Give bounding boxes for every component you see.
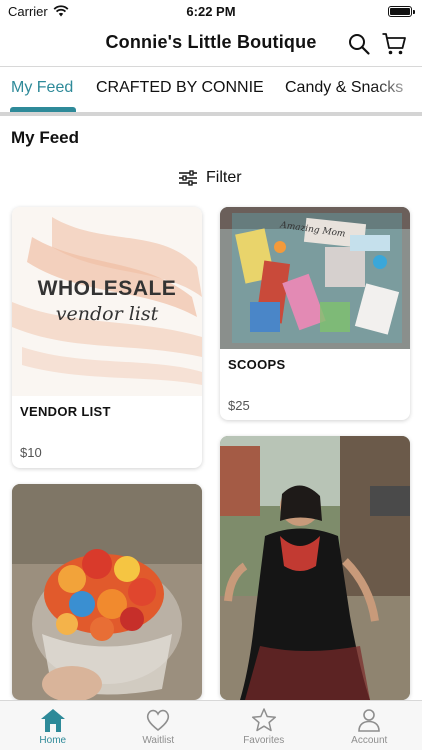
product-card-dress[interactable] xyxy=(220,436,410,700)
product-name: SCOOPS xyxy=(228,357,286,372)
product-image xyxy=(12,484,202,700)
filter-label: Filter xyxy=(206,169,242,186)
image-text-vendor-list: vendor list xyxy=(55,303,159,325)
product-image: WHOLESALE vendor list xyxy=(12,207,202,396)
filter-button[interactable]: Filter xyxy=(178,167,242,189)
search-icon[interactable] xyxy=(345,30,373,58)
category-tabs: My Feed CRAFTED BY CONNIE Candy & Snacks xyxy=(0,66,422,112)
product-image xyxy=(220,436,410,700)
heart-icon xyxy=(147,709,170,732)
product-card-candy[interactable] xyxy=(12,484,202,700)
filter-icon xyxy=(179,170,197,186)
header: Connie's Little Boutique xyxy=(0,22,422,64)
tab-my-feed[interactable]: My Feed xyxy=(11,79,73,97)
section-title: My Feed xyxy=(11,128,80,147)
product-card-scoops[interactable]: Amazing Mom SCOOPS $25 xyxy=(220,207,410,420)
battery-icon xyxy=(388,5,415,17)
status-left: Carrier xyxy=(8,4,69,19)
cart-icon[interactable] xyxy=(380,30,408,58)
home-icon xyxy=(40,709,65,732)
nav-item-account[interactable]: Account xyxy=(317,701,422,750)
bottom-nav: Home Waitlist Favorites Account xyxy=(0,700,422,750)
product-price: $10 xyxy=(20,445,42,460)
tab-crafted-by-connie[interactable]: CRAFTED BY CONNIE xyxy=(96,79,264,97)
product-price: $25 xyxy=(228,398,250,413)
nav-item-favorites[interactable]: Favorites xyxy=(211,701,317,750)
nav-item-home[interactable]: Home xyxy=(0,701,106,750)
nav-label-home: Home xyxy=(39,735,67,746)
carrier-label: Carrier xyxy=(8,3,48,19)
tabs-divider xyxy=(0,112,422,116)
tabs-fade xyxy=(372,67,422,112)
product-card-vendor-list[interactable]: WHOLESALE vendor list VENDOR LIST $10 xyxy=(12,207,202,468)
nav-label-account: Account xyxy=(351,735,388,746)
nav-item-waitlist[interactable]: Waitlist xyxy=(106,701,212,750)
image-text-wholesale: WHOLESALE xyxy=(37,277,177,300)
person-icon xyxy=(358,709,381,732)
status-bar: Carrier xyxy=(0,0,422,22)
nav-label-favorites: Favorites xyxy=(243,735,285,746)
product-name: VENDOR LIST xyxy=(20,404,111,419)
wifi-icon xyxy=(53,5,69,17)
product-image: Amazing Mom xyxy=(220,207,410,349)
star-icon xyxy=(251,708,276,732)
nav-label-waitlist: Waitlist xyxy=(142,735,175,746)
